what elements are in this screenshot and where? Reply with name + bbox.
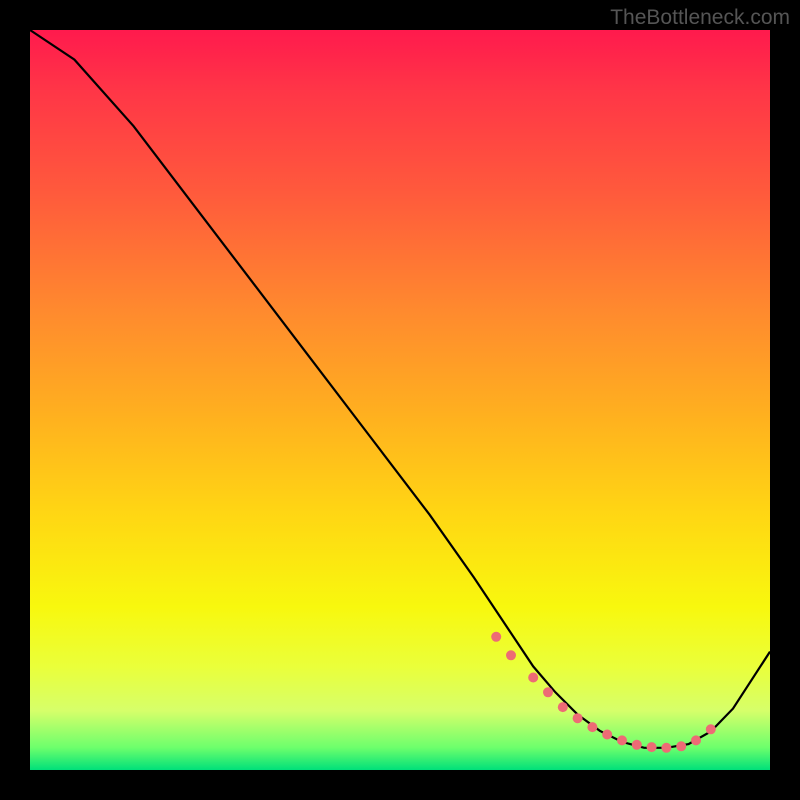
marker-point xyxy=(491,632,501,642)
chart-svg xyxy=(30,30,770,770)
marker-point xyxy=(691,735,701,745)
curve-path xyxy=(30,30,770,748)
marker-point xyxy=(602,730,612,740)
markers-group xyxy=(491,632,716,753)
marker-point xyxy=(676,741,686,751)
marker-point xyxy=(528,673,538,683)
marker-point xyxy=(558,702,568,712)
watermark-text: TheBottleneck.com xyxy=(610,6,790,30)
marker-point xyxy=(573,713,583,723)
marker-point xyxy=(661,743,671,753)
marker-point xyxy=(506,650,516,660)
marker-point xyxy=(647,742,657,752)
marker-point xyxy=(543,687,553,697)
marker-point xyxy=(706,724,716,734)
plot-area xyxy=(30,30,770,770)
marker-point xyxy=(587,722,597,732)
marker-point xyxy=(632,740,642,750)
marker-point xyxy=(617,735,627,745)
